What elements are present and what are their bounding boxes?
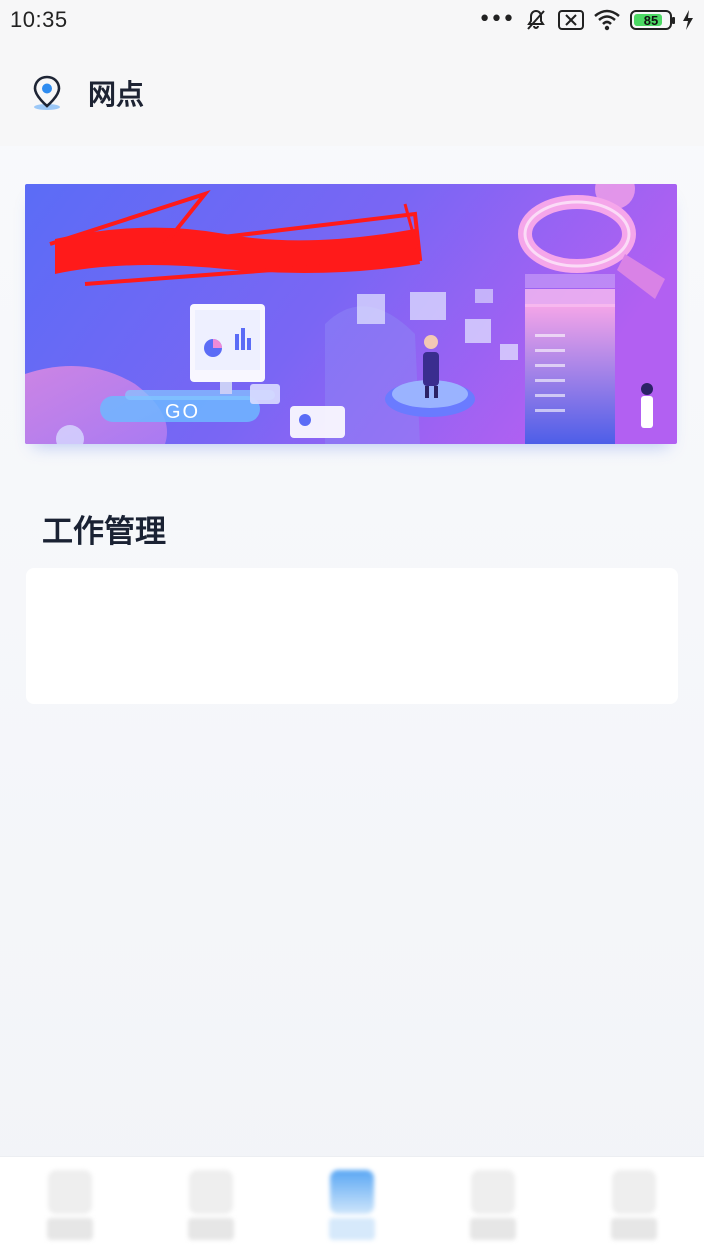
battery-icon: 85 [630, 10, 675, 30]
work-management-card [26, 568, 678, 704]
tab-1[interactable] [30, 1165, 110, 1245]
tab-2[interactable] [171, 1165, 251, 1245]
sim-x-icon [558, 10, 584, 30]
go-label: GO [165, 401, 200, 423]
promo-banner[interactable]: GO [25, 184, 677, 444]
tab-5[interactable] [594, 1165, 674, 1245]
location-pin-icon[interactable] [28, 74, 66, 112]
tab-2-icon [189, 1169, 234, 1214]
more-dots-icon: ••• [478, 7, 515, 32]
status-bar: 10:35 ••• 85 [0, 0, 704, 40]
banner-illustration: GO [25, 184, 677, 444]
tab-1-label [47, 1217, 94, 1240]
status-icons: ••• 85 [478, 8, 694, 32]
section-title-work-management: 工作管理 [42, 514, 166, 550]
mute-icon [527, 9, 545, 30]
tab-4-icon [470, 1169, 515, 1214]
battery-percent: 85 [643, 12, 659, 28]
tab-1-icon [48, 1169, 93, 1214]
page-title: 网点 [88, 78, 145, 111]
app-header: 网点 [0, 40, 704, 146]
tab-3-label [328, 1217, 375, 1240]
tab-4-label [469, 1217, 516, 1240]
tab-2-label [188, 1217, 235, 1240]
tab-4[interactable] [453, 1165, 533, 1245]
tab-5-icon [611, 1169, 656, 1214]
tab-3[interactable] [312, 1165, 392, 1245]
tab-5-label [610, 1217, 657, 1240]
status-time: 10:35 [10, 7, 68, 32]
wifi-icon [594, 9, 620, 31]
charging-icon [683, 10, 693, 30]
tab-3-icon [329, 1169, 374, 1214]
bottom-tab-bar [0, 1156, 704, 1252]
